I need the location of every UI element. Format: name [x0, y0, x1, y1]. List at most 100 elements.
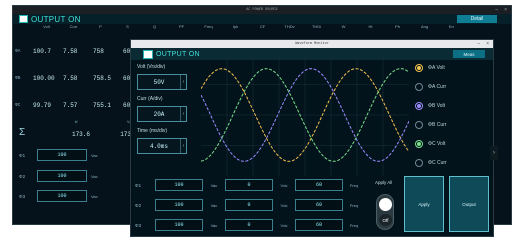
col-head: Volt [43, 24, 50, 29]
volt-input[interactable]: 100 [37, 170, 87, 182]
power-value: 758.5 [93, 74, 112, 82]
selector-label: ΦC Curr [428, 160, 447, 166]
stepper-icon[interactable]: › [180, 107, 186, 121]
selector-phase-c-curr[interactable]: ΦC Curr [411, 157, 491, 169]
volt-input[interactable]: 100 [37, 190, 87, 202]
sum-watts-value: 173.6 [71, 131, 90, 138]
output-button[interactable]: Output [449, 176, 489, 232]
curr-scale-stepper[interactable]: 20A › [137, 106, 187, 122]
col-head: Freq [204, 24, 213, 29]
phase-label: ΦB [15, 75, 21, 81]
phase-label: Φ3 [135, 222, 142, 228]
apply-button[interactable]: Apply [404, 176, 444, 232]
sum-watts-label: W [75, 121, 78, 125]
col-head: PF [178, 24, 185, 29]
window-title: AC POWER SOURCE [246, 8, 278, 12]
unit-label: Vdc [280, 202, 288, 208]
curr-value: 7.58 [63, 74, 78, 82]
volt-value: 100.00 [33, 74, 55, 82]
col-head: Ht [368, 24, 373, 29]
col-head: THDi [311, 24, 322, 29]
selector-phase-a-curr[interactable]: ΦA Curr [411, 81, 491, 93]
front-input-row: Φ1 100 Vac 0 Vdc 60 Freq [135, 178, 365, 192]
unit-label: Freq [349, 202, 359, 208]
volt-scale-stepper[interactable]: 50V › [137, 74, 187, 90]
selector-label: ΦA Volt [428, 65, 445, 71]
volt-value: 100.7 [33, 47, 52, 55]
volt-input[interactable]: 100 [155, 199, 203, 211]
radio-dot [417, 161, 421, 165]
col-head: P [99, 24, 102, 29]
selector-phase-b-volt[interactable]: ΦB Volt [411, 100, 491, 112]
radio-icon[interactable] [415, 83, 423, 91]
curr-value: 7.58 [63, 47, 78, 55]
measurement-column-headers: Volt Curr P S Q PF Freq Ipk CF THDv THDi… [33, 24, 513, 29]
selector-label: ΦB Curr [428, 122, 447, 128]
radio-dot [417, 142, 421, 146]
volt-input[interactable]: 100 [37, 149, 87, 161]
radio-dot [417, 123, 421, 127]
output-on-indicator[interactable] [143, 49, 153, 59]
angle-input[interactable]: 0 [225, 199, 273, 211]
unit-label: Freq [349, 182, 359, 188]
toggle-knob [379, 198, 392, 211]
front-input-row: Φ3 100 Vac 0 Vdc 60 Freq [135, 218, 365, 232]
col-head: Ipk [232, 24, 239, 29]
col-head: Err [448, 24, 455, 29]
radio-icon[interactable] [415, 140, 423, 148]
radio-icon[interactable] [415, 102, 423, 110]
angle-input[interactable]: 0 [225, 179, 273, 191]
waveform-window: Waveform Monitor – × OUTPUT ON Meas Volt… [130, 39, 494, 237]
selector-phase-c-volt[interactable]: ΦC Volt [411, 138, 491, 150]
detail-button[interactable]: Detail [457, 15, 497, 23]
sum-row: Σ W 173.6 VA 173.09 [15, 121, 145, 138]
radio-icon[interactable] [415, 121, 423, 129]
window-controls: – × [477, 40, 489, 48]
selector-phase-a-volt[interactable]: ΦA Volt [411, 62, 491, 74]
close-icon[interactable]: × [486, 41, 489, 47]
phase-label: Φ2 [135, 202, 142, 208]
close-icon[interactable]: × [504, 7, 507, 13]
col-head: Q [152, 24, 157, 29]
scale-controls: Volt (Vrs/div) 50V › Curr (A/div) 20A › … [137, 64, 197, 160]
freq-input[interactable]: 60 [295, 219, 343, 231]
col-head: W [341, 24, 346, 29]
phase-label: Φ2 [19, 173, 26, 179]
radio-icon[interactable] [415, 64, 423, 72]
col-head: Ph [395, 24, 400, 29]
unit-label: Vdc [280, 182, 288, 188]
side-tab-handle[interactable]: › [490, 146, 498, 160]
apply-all-label: Apply All [375, 180, 393, 185]
volt-input[interactable]: 100 [155, 219, 203, 231]
output-status-label: OUTPUT ON [31, 14, 81, 24]
radio-dot [417, 66, 421, 70]
minimize-icon[interactable]: – [477, 41, 480, 47]
angle-input[interactable]: 0 [225, 219, 273, 231]
minimize-icon[interactable]: – [495, 7, 498, 13]
phase-label: Φ1 [19, 152, 26, 158]
window-title: Waveform Monitor [295, 42, 329, 46]
time-scale-stepper[interactable]: 4.0ms › [137, 138, 187, 154]
radio-icon[interactable] [415, 159, 423, 167]
output-on-indicator[interactable] [19, 15, 28, 23]
volt-input[interactable]: 100 [155, 179, 203, 191]
curr-scale-control: Curr (A/div) 20A › [137, 96, 197, 122]
meas-button[interactable]: Meas [453, 50, 485, 58]
selector-label: ΦC Volt [428, 141, 446, 147]
col-head: THDv [284, 24, 295, 29]
freq-input[interactable]: 60 [295, 179, 343, 191]
selector-phase-b-curr[interactable]: ΦB Curr [411, 119, 491, 131]
col-head: Ang [420, 24, 429, 29]
waveform-grid [201, 54, 409, 176]
selector-label: ΦA Curr [428, 84, 447, 90]
control-value: 4.0ms [149, 142, 168, 150]
stepper-icon[interactable]: › [180, 75, 186, 89]
apply-all-toggle[interactable]: Off [376, 194, 394, 230]
stepper-icon[interactable]: › [180, 139, 186, 153]
back-input-row: Φ1 100 Vac [15, 148, 98, 162]
radio-dot [417, 104, 421, 108]
unit-label: Freq [349, 222, 359, 228]
toggle-state-label: Off [379, 214, 392, 226]
control-value: 20A [153, 110, 165, 118]
freq-input[interactable]: 60 [295, 199, 343, 211]
